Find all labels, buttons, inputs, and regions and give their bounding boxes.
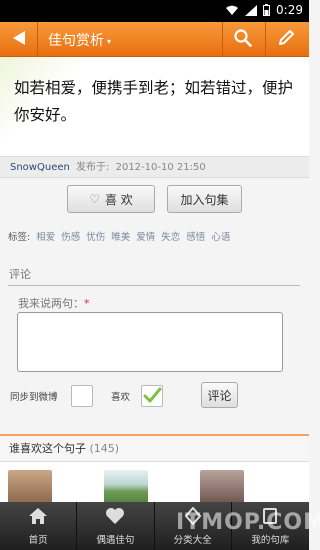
likes-count: (145) [89,442,120,455]
tags-label: 标签: [8,232,31,243]
search-icon [234,28,252,51]
quote-text: 如若相爱，便携手到老；如若错过，便护你安好。 [14,79,294,124]
tag-item[interactable]: 相爱 [36,229,55,243]
tag-item[interactable]: 心语 [211,229,230,243]
avatar[interactable] [8,470,52,506]
status-time: 0:29 [276,3,303,17]
comment-input-label: 我来说两句：* [18,295,90,311]
avatar[interactable] [104,470,148,506]
page-title: 佳句赏析 [48,32,104,49]
published-date: 2012-10-10 21:50 [115,162,206,173]
back-button[interactable] [0,22,38,57]
heart-icon [105,507,125,532]
submit-comment-button[interactable]: 评论 [201,382,238,408]
sync-weibo-checkbox[interactable] [71,385,93,407]
comment-input[interactable] [17,312,283,372]
tag-list: 标签: 相爱 伤感 忧伤 唯美 爱情 失恋 感悟 心语 [8,229,230,243]
home-icon [28,507,48,532]
likes-header: 谁喜欢这个句子 (145) [0,434,309,462]
nav-label: 偶遇佳句 [96,534,135,546]
checkmark-icon [142,387,162,410]
signal-icon [245,4,258,16]
edit-button[interactable] [265,22,306,57]
comment-input-label-text: 我来说两句： [18,297,84,310]
like-checkbox-label: 喜欢 [111,392,131,403]
sync-weibo-label: 同步到微博 [10,392,58,403]
tag-item[interactable]: 感悟 [186,229,205,243]
pencil-icon [277,29,295,51]
heart-outline-icon: ♡ [89,192,100,206]
avatar[interactable] [200,470,244,506]
tag-item[interactable]: 忧伤 [86,229,105,243]
nav-random-quote[interactable]: 偶遇佳句 [77,502,155,550]
divider [8,285,300,286]
add-to-collection-button[interactable]: 加入句集 [167,185,242,213]
quote-meta: SnowQueen 发布于: 2012-10-10 21:50 [0,157,309,178]
status-bar: 0:29 [0,0,309,22]
nav-home[interactable]: 首页 [0,502,78,550]
like-checkbox[interactable] [141,385,163,407]
published-label: 发布于: [76,162,110,173]
nav-label: 首页 [28,534,48,546]
category-dropdown[interactable]: 佳句赏析 ▾ [38,22,111,57]
quote-card: 如若相爱，便携手到老；如若错过，便护你安好。 [0,57,309,157]
author-name[interactable]: SnowQueen [10,162,70,173]
chevron-down-icon: ▾ [107,37,112,46]
likes-title: 谁喜欢这个句子 [9,442,86,455]
likers-avatars [0,462,309,506]
tag-item[interactable]: 唯美 [111,229,130,243]
tag-item[interactable]: 伤感 [61,229,80,243]
required-mark: * [84,297,90,310]
tag-item[interactable]: 爱情 [136,229,155,243]
submit-comment-label: 评论 [207,388,232,403]
comment-section-title: 评论 [9,268,31,281]
arrow-left-icon [12,30,26,50]
tag-item[interactable]: 失恋 [161,229,180,243]
search-button[interactable] [222,22,263,57]
wifi-icon [225,5,239,16]
action-bar: 佳句赏析 ▾ [0,22,309,57]
like-button[interactable]: ♡ 喜 欢 [67,185,155,213]
add-to-collection-label: 加入句集 [180,192,229,207]
battery-icon [263,4,271,16]
watermark-text: ITMOP.COM [176,510,320,535]
like-button-label: 喜 欢 [104,192,133,207]
